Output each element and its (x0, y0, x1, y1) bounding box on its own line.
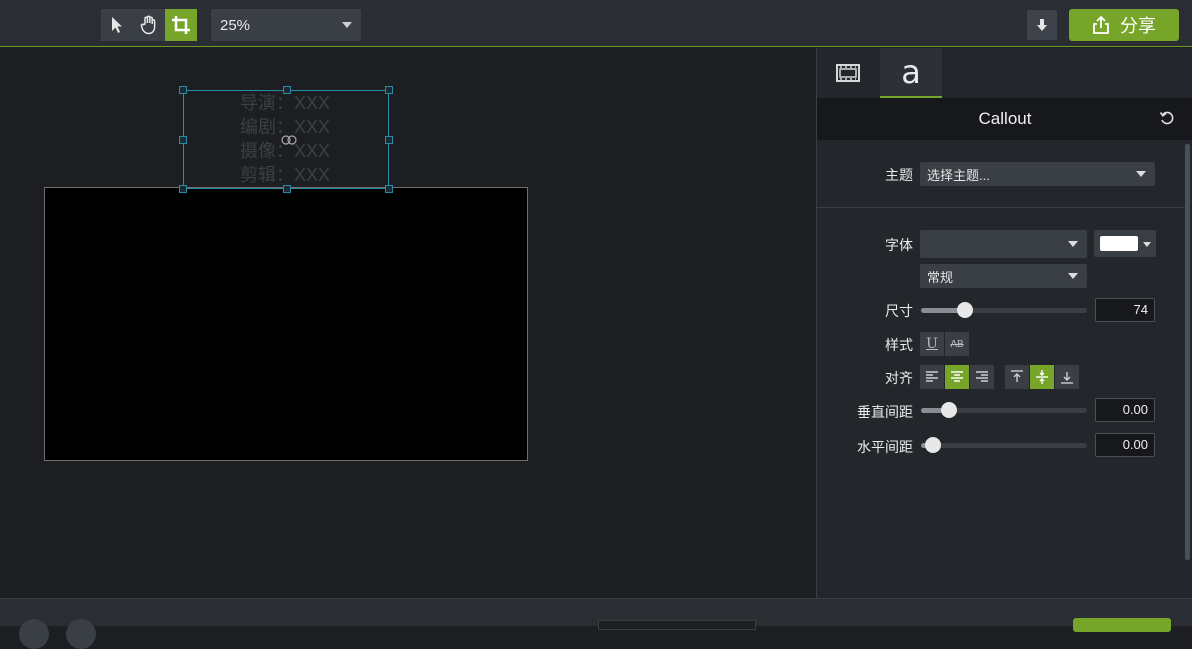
vspacing-slider-knob[interactable] (941, 402, 957, 418)
font-label: 字体 (885, 237, 913, 253)
align-bottom-button[interactable] (1055, 365, 1079, 389)
style-buttons: U AB (920, 332, 969, 356)
share-label: 分享 (1120, 16, 1156, 36)
chevron-down-icon (1136, 171, 1146, 177)
align-left-icon (926, 371, 938, 382)
align-middle-icon (1036, 370, 1048, 384)
callout-line: 剪辑：XXX (240, 165, 331, 185)
hspacing-label: 水平间距 (857, 439, 913, 455)
hand-icon (140, 15, 156, 35)
vspacing-label: 垂直间距 (857, 404, 913, 420)
underline-label: U (926, 336, 938, 352)
properties-panel: a Callout 主题 选择主题... 字体 常规 尺寸 74 样式 U AB… (816, 48, 1192, 598)
align-bottom-icon (1061, 372, 1073, 384)
zoom-dropdown[interactable]: 25% (211, 9, 361, 41)
theme-label: 主题 (885, 167, 913, 183)
arrow-down-icon (1037, 19, 1047, 31)
chevron-down-icon (1143, 242, 1151, 247)
canvas-area[interactable]: 导演：XXX 编剧：XXX 摄像：XXX 剪辑：XXX (0, 48, 816, 598)
video-frame[interactable] (44, 187, 528, 461)
strikethrough-label: AB (950, 338, 964, 350)
resize-handle-n[interactable] (283, 86, 291, 94)
resize-handle-ne[interactable] (385, 86, 393, 94)
bottom-bar (0, 598, 1192, 649)
resize-handle-sw[interactable] (179, 185, 187, 193)
align-label: 对齐 (885, 370, 913, 386)
align-right-button[interactable] (970, 365, 994, 389)
theme-value: 选择主题... (927, 167, 990, 183)
vspacing-input[interactable]: 0.00 (1095, 398, 1155, 422)
size-slider[interactable] (921, 302, 1087, 318)
share-upload-icon (1093, 15, 1109, 34)
pan-tool-button[interactable] (133, 9, 165, 41)
select-tool-button[interactable] (101, 9, 133, 41)
chevron-down-icon (1068, 241, 1078, 247)
playback-button[interactable] (19, 619, 49, 649)
reset-icon[interactable] (1159, 110, 1175, 126)
panel-header: Callout (817, 98, 1192, 140)
resize-handle-nw[interactable] (179, 86, 187, 94)
align-top-icon (1011, 370, 1023, 382)
size-slider-knob[interactable] (957, 302, 973, 318)
panel-tabs: a (817, 48, 1192, 98)
font-dropdown[interactable] (920, 230, 1087, 258)
rotate-handle-icon[interactable] (281, 135, 297, 145)
download-button[interactable] (1027, 10, 1057, 40)
vspacing-slider[interactable] (921, 402, 1087, 418)
align-middle-button[interactable] (1030, 365, 1054, 389)
share-button[interactable]: 分享 (1069, 9, 1179, 41)
resize-handle-se[interactable] (385, 185, 393, 193)
panel-title: Callout (978, 109, 1032, 128)
size-label: 尺寸 (885, 303, 913, 319)
callout-box[interactable]: 导演：XXX 编剧：XXX 摄像：XXX 剪辑：XXX (179, 86, 393, 193)
hspacing-slider[interactable] (921, 437, 1087, 453)
font-color-swatch (1100, 236, 1138, 251)
align-left-button[interactable] (920, 365, 944, 389)
chevron-down-icon (1068, 273, 1078, 279)
align-center-button[interactable] (945, 365, 969, 389)
action-button[interactable] (1073, 618, 1171, 632)
align-center-icon (951, 371, 963, 382)
tab-text[interactable]: a (880, 48, 942, 98)
playback-button[interactable] (66, 619, 96, 649)
hspacing-input[interactable]: 0.00 (1095, 433, 1155, 457)
timeline-control[interactable] (598, 620, 756, 630)
vertical-align-buttons (1005, 365, 1079, 389)
crop-icon (172, 16, 190, 34)
top-toolbar: 25% 分享 (0, 0, 1192, 47)
style-label: 样式 (885, 337, 913, 353)
theme-dropdown[interactable]: 选择主题... (920, 162, 1155, 186)
film-strip-icon (836, 64, 860, 82)
align-top-button[interactable] (1005, 365, 1029, 389)
section-divider (817, 207, 1189, 208)
resize-handle-s[interactable] (283, 185, 291, 193)
underline-button[interactable]: U (920, 332, 944, 356)
panel-scrollbar[interactable] (1185, 144, 1190, 560)
horizontal-align-buttons (920, 365, 994, 389)
align-right-icon (976, 371, 988, 382)
crop-tool-button[interactable] (165, 9, 197, 41)
hspacing-slider-knob[interactable] (925, 437, 941, 453)
callout-line: 导演：XXX (240, 93, 331, 113)
font-color-button[interactable] (1094, 230, 1156, 257)
text-tab-label: a (901, 53, 921, 91)
chevron-down-icon (342, 22, 352, 28)
tab-media[interactable] (817, 48, 879, 98)
size-input[interactable]: 74 (1095, 298, 1155, 322)
strikethrough-button[interactable]: AB (945, 332, 969, 356)
resize-handle-e[interactable] (385, 136, 393, 144)
tool-group (101, 9, 197, 41)
font-weight-dropdown[interactable]: 常规 (920, 264, 1087, 288)
resize-handle-w[interactable] (179, 136, 187, 144)
arrow-pointer-icon (112, 17, 122, 33)
zoom-value: 25% (220, 16, 251, 34)
font-weight-value: 常规 (927, 269, 954, 285)
